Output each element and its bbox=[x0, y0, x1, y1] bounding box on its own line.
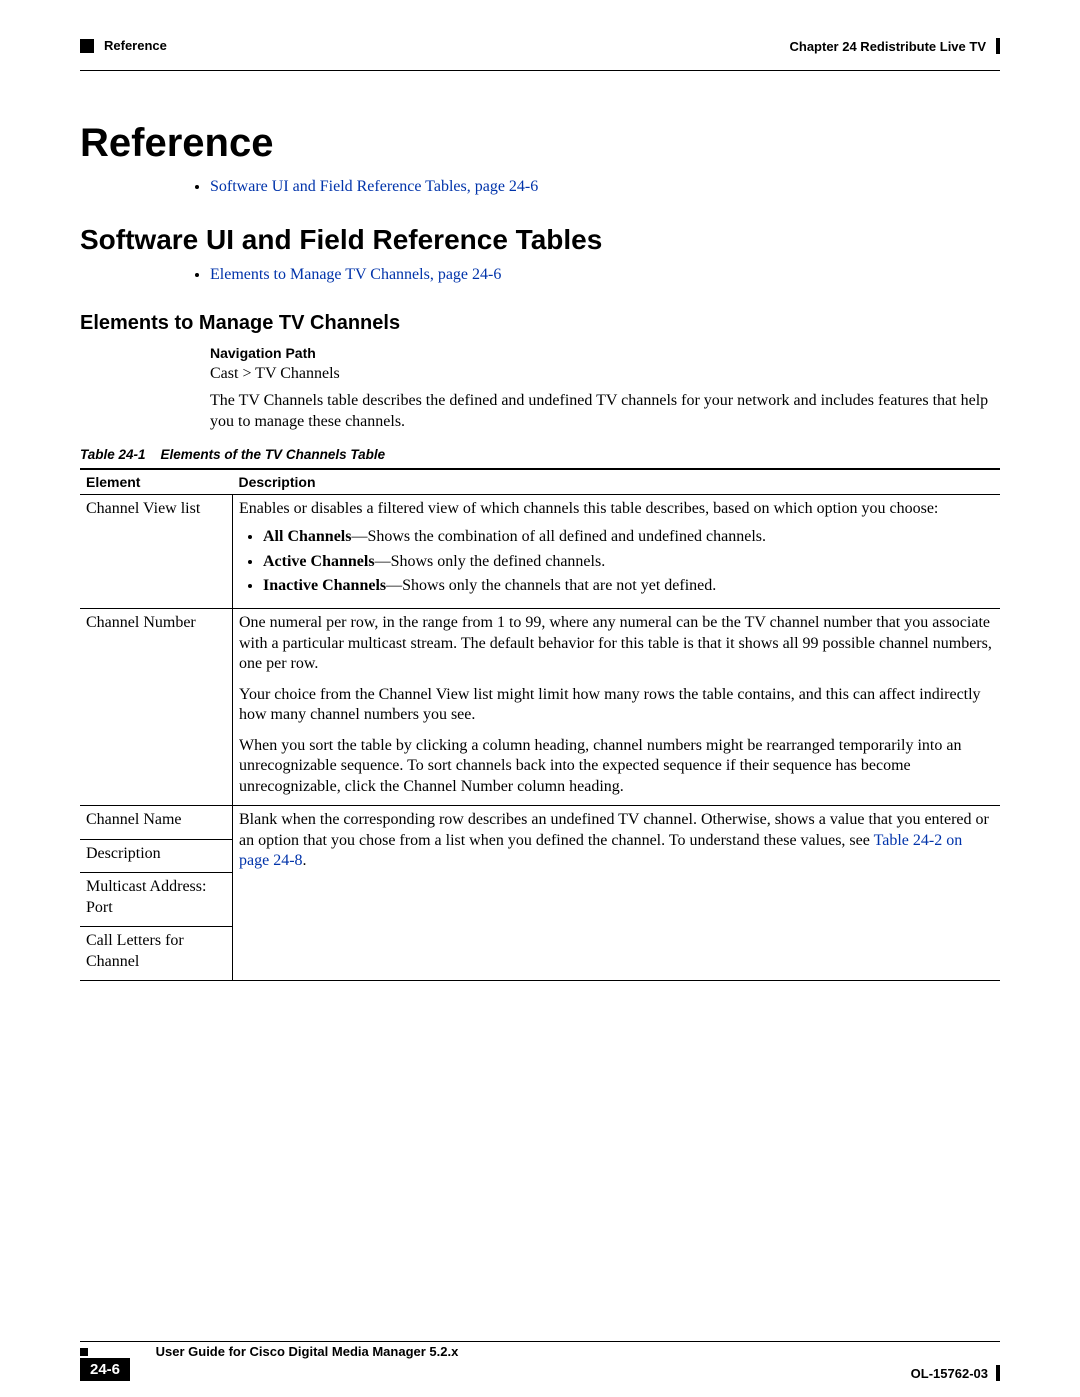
cell-element: Description bbox=[80, 839, 233, 872]
toc-item: Software UI and Field Reference Tables, … bbox=[210, 178, 1000, 196]
header-marker-icon bbox=[80, 39, 94, 53]
navigation-path-value: Cast > TV Channels bbox=[210, 365, 1000, 383]
page-footer: User Guide for Cisco Digital Media Manag… bbox=[80, 1341, 1000, 1359]
heading-reference: Reference bbox=[80, 121, 1000, 166]
header-section: Reference bbox=[104, 38, 167, 53]
cell-element: Channel View list bbox=[80, 494, 233, 609]
page-header: Reference Chapter 24 Redistribute Live T… bbox=[80, 38, 1000, 68]
table-row: Channel Number One numeral per row, in t… bbox=[80, 609, 1000, 806]
toc-item: Elements to Manage TV Channels, page 24-… bbox=[210, 266, 1000, 284]
intro-paragraph: The TV Channels table describes the defi… bbox=[210, 391, 1000, 433]
page-number: 24-6 bbox=[80, 1358, 130, 1381]
footer-title: User Guide for Cisco Digital Media Manag… bbox=[156, 1344, 459, 1359]
header-bar-icon bbox=[996, 38, 1000, 54]
table-caption: Table 24-1 Elements of the TV Channels T… bbox=[80, 447, 1000, 462]
table-row: Channel View list Enables or disables a … bbox=[80, 494, 1000, 609]
heading-elements-tv: Elements to Manage TV Channels bbox=[80, 312, 1000, 335]
cell-description: Blank when the corresponding row describ… bbox=[233, 806, 1001, 981]
tv-channels-table: Element Description Channel View list En… bbox=[80, 468, 1000, 981]
cell-element: Multicast Address: Port bbox=[80, 873, 233, 927]
col-element: Element bbox=[80, 469, 233, 495]
table-row: Channel Name Blank when the correspondin… bbox=[80, 806, 1000, 839]
cell-element: Channel Number bbox=[80, 609, 233, 806]
col-description: Description bbox=[233, 469, 1001, 495]
link-elements-tv-channels[interactable]: Elements to Manage TV Channels, page 24-… bbox=[210, 266, 501, 283]
cell-description: Enables or disables a filtered view of w… bbox=[233, 494, 1001, 609]
footer-docid: OL-15762-03 bbox=[911, 1366, 988, 1381]
footer-marker-icon bbox=[80, 1348, 88, 1356]
cell-element: Call Letters for Channel bbox=[80, 927, 233, 981]
footer-bar-icon bbox=[996, 1365, 1000, 1381]
cell-element: Channel Name bbox=[80, 806, 233, 839]
heading-software-ui: Software UI and Field Reference Tables bbox=[80, 224, 1000, 256]
header-chapter: Chapter 24 Redistribute Live TV bbox=[790, 39, 987, 54]
cell-description: One numeral per row, in the range from 1… bbox=[233, 609, 1001, 806]
navigation-path-label: Navigation Path bbox=[210, 345, 1000, 361]
link-software-ui-tables[interactable]: Software UI and Field Reference Tables, … bbox=[210, 178, 538, 195]
header-rule bbox=[80, 70, 1000, 71]
